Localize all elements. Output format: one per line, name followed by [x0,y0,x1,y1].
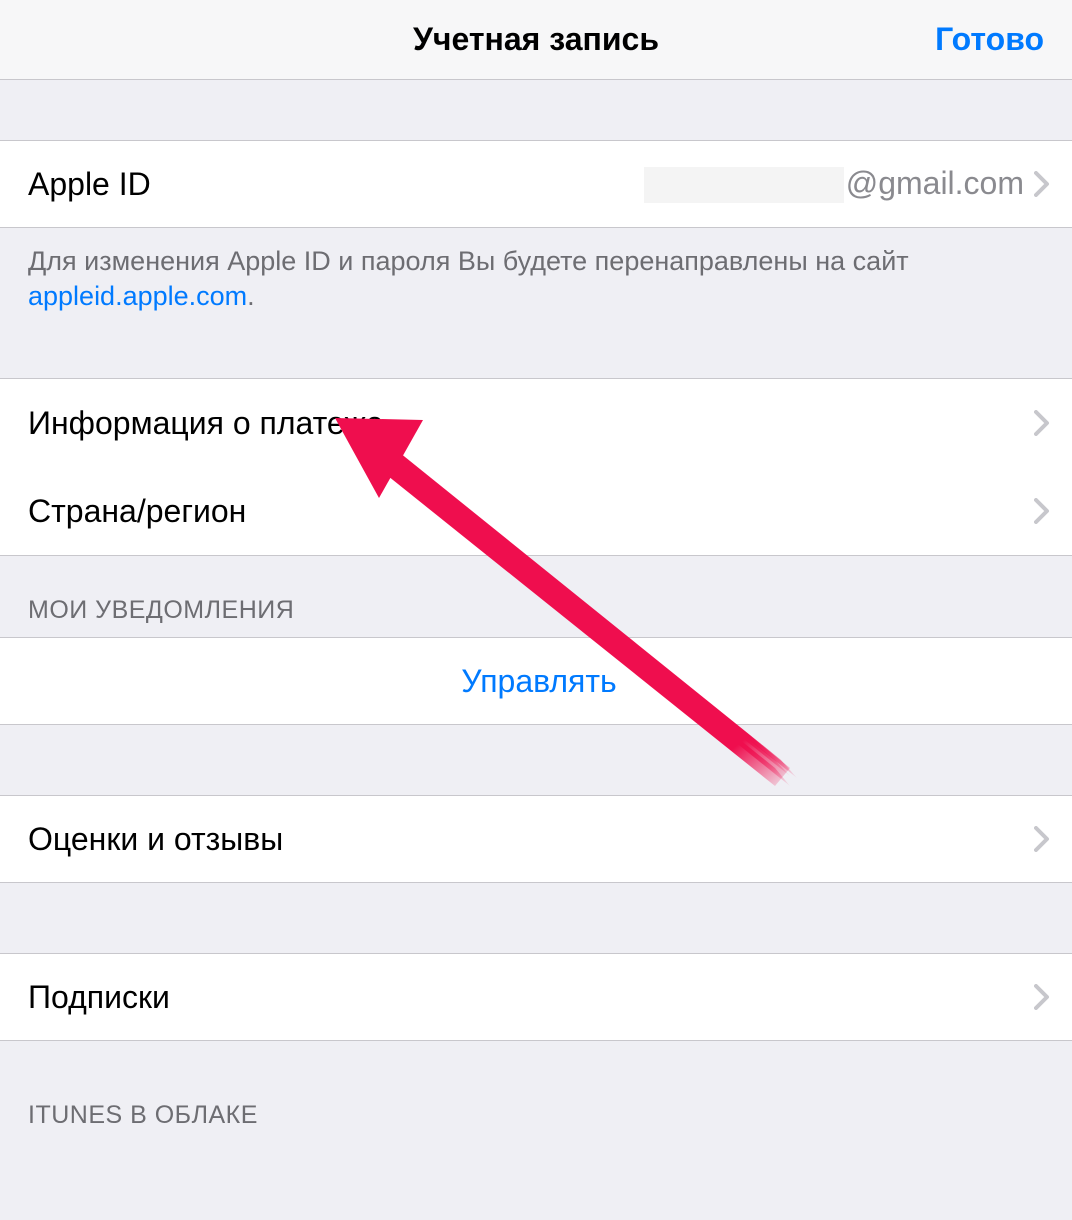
redacted-box [644,167,844,203]
chevron-right-icon [1034,498,1050,524]
spacer [0,725,1072,795]
apple-id-row[interactable]: Apple ID @gmail.com [0,140,1072,228]
ratings-reviews-row[interactable]: Оценки и отзывы [0,795,1072,883]
spacer [0,883,1072,953]
apple-id-value: @gmail.com [644,165,1024,204]
apple-id-footer: Для изменения Apple ID и пароля Вы будет… [0,228,1072,338]
chevron-right-icon [1034,410,1050,436]
itunes-cloud-header: iTUNES В ОБЛАКЕ [0,1041,1072,1142]
chevron-right-icon [1034,826,1050,852]
ratings-reviews-label: Оценки и отзывы [28,821,1034,858]
navbar: Учетная запись Готово [0,0,1072,80]
page-title: Учетная запись [413,21,659,58]
notifications-header: МОИ УВЕДОМЛЕНИЯ [0,556,1072,637]
spacer [0,338,1072,378]
payment-country-group: Информация о платеже Страна/регион [0,378,1072,556]
spacer [0,80,1072,140]
payment-info-row[interactable]: Информация о платеже [0,379,1072,467]
chevron-right-icon [1034,984,1050,1010]
chevron-right-icon [1034,171,1050,197]
manage-link[interactable]: Управлять [28,663,1050,700]
manage-row[interactable]: Управлять [0,637,1072,725]
payment-info-label: Информация о платеже [28,405,1034,442]
country-region-label: Страна/регион [28,493,1034,530]
subscriptions-row[interactable]: Подписки [0,953,1072,1041]
apple-id-label: Apple ID [28,166,644,203]
subscriptions-label: Подписки [28,979,1034,1016]
footer-text: Для изменения Apple ID и пароля Вы будет… [28,246,909,276]
footer-period: . [247,281,255,311]
apple-id-link[interactable]: appleid.apple.com [28,281,247,311]
apple-id-suffix: @gmail.com [846,165,1024,201]
country-region-row[interactable]: Страна/регион [0,467,1072,555]
done-button[interactable]: Готово [935,21,1044,58]
